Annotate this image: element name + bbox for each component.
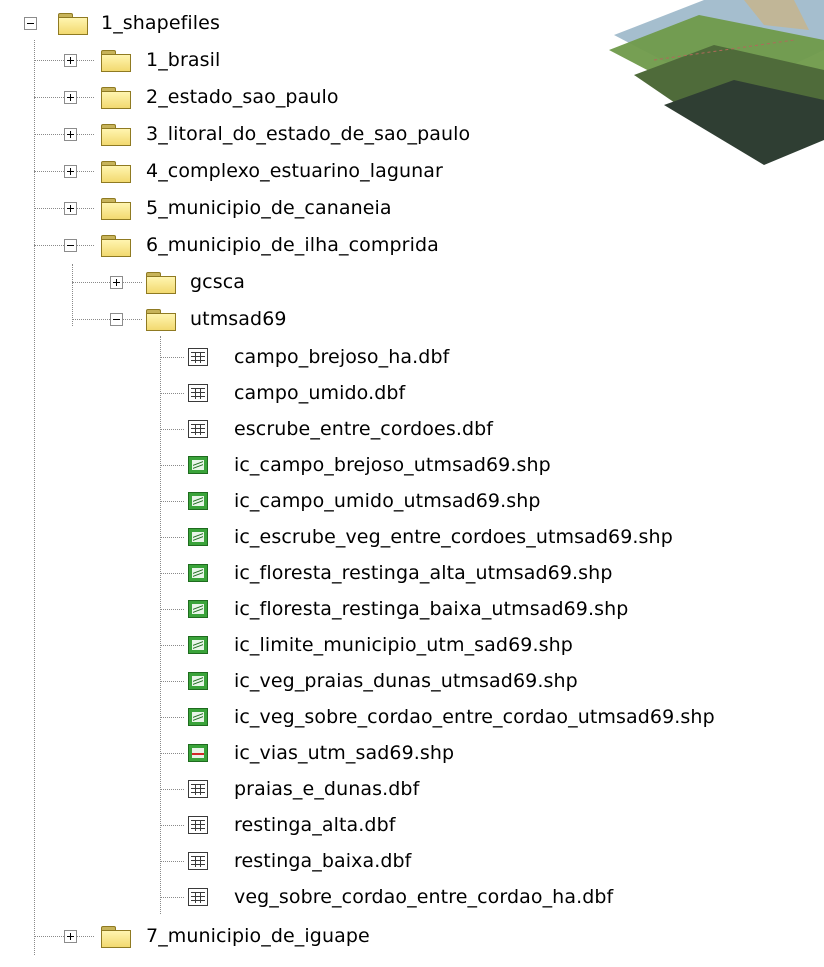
- polygon-shapefile-icon: [188, 708, 208, 726]
- tree-item-label: ic_vias_utm_sad69.shp: [234, 742, 455, 764]
- polygon-shapefile-icon: [188, 564, 208, 582]
- folder-icon: [145, 271, 176, 294]
- polygon-shapefile-icon: [188, 672, 208, 690]
- tree-item-label: 2_estado_sao_paulo: [146, 86, 339, 108]
- expand-toggle[interactable]: [64, 930, 77, 943]
- tree-item-label: campo_brejoso_ha.dbf: [234, 346, 450, 368]
- tree-item-label: ic_campo_brejoso_utmsad69.shp: [234, 454, 551, 476]
- tree-item-label: ic_veg_sobre_cordao_entre_cordao_utmsad6…: [234, 706, 715, 728]
- collapse-toggle[interactable]: [24, 17, 37, 30]
- tree-item-label: 1_shapefiles: [101, 12, 220, 34]
- tree-item-label: ic_campo_umido_utmsad69.shp: [234, 490, 541, 512]
- tree-item-label: restinga_baixa.dbf: [234, 850, 412, 872]
- layered-map-logo-icon: [609, 0, 824, 165]
- expand-toggle[interactable]: [64, 91, 77, 104]
- table-icon: [188, 348, 208, 366]
- expand-toggle[interactable]: [64, 165, 77, 178]
- expand-toggle[interactable]: [110, 276, 123, 289]
- table-icon: [188, 888, 208, 906]
- tree-item-label: veg_sobre_cordao_entre_cordao_ha.dbf: [234, 886, 614, 908]
- tree-item-label: escrube_entre_cordoes.dbf: [234, 418, 494, 440]
- folder-icon: [100, 123, 131, 146]
- folder-icon: [100, 49, 131, 72]
- folder-icon: [100, 86, 131, 109]
- table-icon: [188, 384, 208, 402]
- tree-item-label: 1_brasil: [146, 49, 221, 71]
- polygon-shapefile-icon: [188, 528, 208, 546]
- tree-item-label: ic_floresta_restinga_baixa_utmsad69.shp: [234, 598, 629, 620]
- folder-icon: [100, 234, 131, 257]
- table-icon: [188, 780, 208, 798]
- tree-item-label: 6_municipio_de_ilha_comprida: [146, 234, 439, 256]
- polygon-shapefile-icon: [188, 600, 208, 618]
- tree-item-label: restinga_alta.dbf: [234, 814, 396, 836]
- expand-toggle[interactable]: [64, 202, 77, 215]
- expand-toggle[interactable]: [64, 54, 77, 67]
- tree-item-label: ic_floresta_restinga_alta_utmsad69.shp: [234, 562, 613, 584]
- tree-item-label: ic_escrube_veg_entre_cordoes_utmsad69.sh…: [234, 526, 673, 548]
- collapse-toggle[interactable]: [64, 239, 77, 252]
- folder-icon: [100, 160, 131, 183]
- folder-icon: [145, 308, 176, 331]
- tree-item-label: utmsad69: [190, 308, 287, 330]
- tree-item-label: 3_litoral_do_estado_de_sao_paulo: [146, 123, 471, 145]
- tree-item-label: 5_municipio_de_cananeia: [146, 197, 392, 219]
- tree-item-label: campo_umido.dbf: [234, 382, 406, 404]
- folder-icon: [57, 12, 88, 35]
- tree-item-label: ic_limite_municipio_utm_sad69.shp: [234, 634, 573, 656]
- tree-item-label: ic_veg_praias_dunas_utmsad69.shp: [234, 670, 578, 692]
- tree-item-label: 7_municipio_de_iguape: [146, 925, 370, 947]
- table-icon: [188, 816, 208, 834]
- folder-icon: [100, 925, 131, 948]
- tree-item-label: gcsca: [190, 271, 245, 293]
- line-shapefile-icon: [188, 744, 208, 762]
- file-tree: 1_shapefiles 1_brasil 2_estado_sao_paulo…: [0, 0, 824, 967]
- expand-toggle[interactable]: [64, 128, 77, 141]
- table-icon: [188, 420, 208, 438]
- tree-item-label: 4_complexo_estuarino_lagunar: [146, 160, 443, 182]
- tree-item-label: praias_e_dunas.dbf: [234, 778, 420, 800]
- table-icon: [188, 852, 208, 870]
- polygon-shapefile-icon: [188, 492, 208, 510]
- polygon-shapefile-icon: [188, 636, 208, 654]
- collapse-toggle[interactable]: [110, 313, 123, 326]
- folder-icon: [100, 197, 131, 220]
- polygon-shapefile-icon: [188, 456, 208, 474]
